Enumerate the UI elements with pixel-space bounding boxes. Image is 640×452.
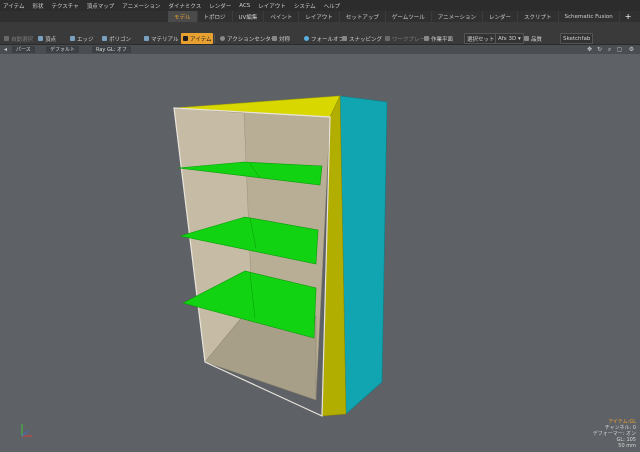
sketchfab-label: Sketchfab — [563, 35, 591, 42]
layout-tab[interactable]: スクリプト — [518, 11, 559, 22]
edges-label: エッジ — [77, 36, 94, 43]
move-view-icon[interactable]: ✥ — [586, 46, 593, 53]
viewport-header: ◂ パース デフォルト Ray GL: オフ ✥ ↻ ⌕ ▢ ⚙ — [0, 45, 640, 54]
sketchfab-button[interactable]: Sketchfab — [560, 33, 594, 44]
display-quality-label: 品質 — [531, 36, 543, 43]
menu-item[interactable]: 形状 — [32, 2, 43, 10]
layout-tab[interactable]: UV編集 — [233, 11, 265, 22]
autoselect-icon — [4, 36, 9, 41]
menu-item[interactable]: ヘルプ — [324, 2, 341, 10]
polygons-button[interactable]: ポリゴン — [100, 33, 133, 44]
menu-item[interactable]: テクスチャ — [51, 2, 78, 10]
snapping-label: スナッピング — [349, 36, 383, 43]
add-tab-button[interactable]: + — [620, 11, 637, 22]
symmetry-icon — [272, 36, 277, 41]
chevron-down-icon: ▾ — [518, 35, 521, 42]
zoom-view-icon[interactable]: ⌕ — [606, 46, 613, 53]
display-quality-icon — [524, 36, 529, 41]
view-type-button[interactable]: パース — [12, 46, 35, 53]
menu-item[interactable]: アニメーション — [122, 2, 160, 10]
layout-tab[interactable]: セットアップ — [340, 11, 386, 22]
shading-style-button[interactable]: デフォルト — [46, 46, 80, 53]
menu-item[interactable]: 頂点マップ — [87, 2, 115, 10]
workplane-label: 作業平面 — [431, 36, 454, 43]
maximize-view-icon[interactable]: ▢ — [616, 46, 623, 53]
info-lens: 50 mm — [618, 443, 636, 449]
afx-dropdown[interactable]: Afx 3D ▾ — [495, 33, 524, 44]
polygons-icon — [102, 36, 107, 41]
view-type-label: パース — [16, 47, 31, 53]
autoselect-label: 自動選択 — [11, 36, 34, 43]
polygons-label: ポリゴン — [109, 36, 132, 43]
layout-tab[interactable]: トポロジ — [198, 11, 233, 22]
viewport-menu-icon[interactable]: ◂ — [2, 46, 9, 53]
menu-item[interactable]: レンダー — [209, 2, 231, 10]
vertices-icon — [38, 36, 43, 41]
layout-tab[interactable]: レンダー — [483, 11, 519, 22]
action-center-icon — [220, 36, 225, 41]
items-icon — [183, 36, 188, 41]
layout-tab[interactable]: ペイント — [264, 11, 300, 22]
viewport-options-icon[interactable]: ⚙ — [628, 46, 635, 53]
axis-gizmo-icon — [21, 424, 32, 437]
ray-gl-button[interactable]: Ray GL: オフ — [92, 46, 131, 53]
layout-tab[interactable]: アニメーション — [432, 11, 483, 22]
items-button[interactable]: アイテム — [181, 33, 214, 44]
autoselect-button[interactable]: 自動選択 — [2, 33, 35, 44]
layout-tab[interactable]: ゲームツール — [386, 11, 432, 22]
layout-tab[interactable]: Schematic Fusion — [559, 11, 620, 22]
bookshelf-right-side — [339, 95, 388, 415]
vertices-label: 頂点 — [45, 36, 57, 43]
tool-bar: 自動選択 頂点 エッジ ポリゴン マテリアル アイテム アクションセンター 対称… — [0, 22, 640, 45]
rotate-view-icon[interactable]: ↻ — [596, 46, 603, 53]
material-button[interactable]: マテリアル — [142, 33, 180, 44]
layout-tabs: モデル トポロジ UV編集 ペイント レイアウト セットアップ ゲームツール アニメーションレ… — [0, 11, 640, 22]
items-label: アイテム — [190, 36, 212, 43]
action-center-label: アクションセンター — [227, 36, 277, 43]
ray-gl-label: Ray GL: オフ — [96, 47, 127, 53]
select-set-label: 選択セット — [467, 36, 495, 43]
menu-bar: アイテム 形状 テクスチャ 頂点マップ アニメーション ダイナミクス レンダー ACS レイアウ… — [0, 0, 640, 11]
workplane-mode-icon — [385, 36, 390, 41]
layout-tab[interactable]: レイアウト — [299, 11, 340, 22]
vertices-button[interactable]: 頂点 — [36, 33, 58, 44]
menu-item[interactable]: ダイナミクス — [169, 2, 202, 10]
toolbar-separator — [214, 34, 215, 43]
material-label: マテリアル — [151, 36, 179, 43]
bookshelf-model — [173, 95, 388, 417]
workplane-icon — [424, 36, 429, 41]
snapping-button[interactable]: スナッピング — [340, 33, 384, 44]
symmetry-button[interactable]: 対称 — [270, 33, 292, 44]
menu-item[interactable]: システム — [294, 2, 316, 10]
edges-icon — [70, 36, 75, 41]
shading-style-label: デフォルト — [50, 47, 76, 53]
select-set-button[interactable]: 選択セット — [464, 33, 498, 44]
workplane-button[interactable]: 作業平面 — [422, 33, 455, 44]
material-icon — [144, 36, 149, 41]
menu-item[interactable]: アイテム — [3, 2, 24, 10]
falloff-icon — [304, 36, 309, 41]
snapping-icon — [342, 36, 347, 41]
layout-tab[interactable]: モデル — [168, 11, 198, 22]
menu-item[interactable]: ACS — [239, 3, 250, 9]
viewport-info: アイテム:GL チャンネル: 0 デフォーマー: オン GL: 105 50 m… — [593, 419, 636, 449]
afx-label: Afx 3D — [498, 35, 517, 42]
edges-button[interactable]: エッジ — [68, 33, 96, 44]
3d-viewport[interactable]: アイテム:GL チャンネル: 0 デフォーマー: オン GL: 105 50 m… — [0, 54, 640, 452]
symmetry-label: 対称 — [279, 36, 291, 43]
display-quality-button[interactable]: 品質 — [522, 33, 544, 44]
menu-item[interactable]: レイアウト — [258, 2, 286, 10]
tab-spacer — [0, 11, 168, 22]
